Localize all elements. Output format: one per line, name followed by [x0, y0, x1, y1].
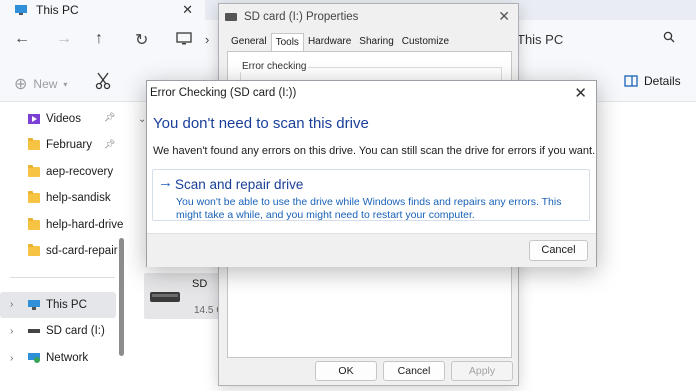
- details-button[interactable]: Details: [624, 74, 681, 88]
- close-icon[interactable]: ✕: [574, 84, 587, 102]
- details-pane-icon: [624, 75, 638, 87]
- videos-folder-icon: [28, 114, 40, 124]
- option-description: You won't be able to use the drive while…: [176, 196, 562, 221]
- dialog-message: We haven't found any errors on this driv…: [153, 145, 596, 157]
- dialog-footer: Cancel: [147, 233, 596, 267]
- sidebar-item-label: help-sandisk: [46, 192, 111, 204]
- sidebar-item-label: sd-card-repair: [46, 245, 118, 257]
- details-label: Details: [644, 74, 681, 88]
- refresh-icon[interactable]: ↻: [135, 30, 148, 50]
- sidebar-item-label: SD card (I:): [46, 325, 105, 337]
- chevron-right-icon[interactable]: ›: [10, 326, 13, 337]
- tab-label: This PC: [36, 3, 79, 17]
- option-title: Scan and repair drive: [175, 177, 304, 192]
- properties-tabs: General Tools Hardware Sharing Customize: [227, 33, 453, 51]
- apply-button[interactable]: Apply: [451, 361, 513, 381]
- sidebar-item-label: Videos: [46, 113, 81, 125]
- chevron-right-icon[interactable]: ›: [205, 32, 209, 47]
- cut-icon[interactable]: [95, 72, 111, 90]
- close-icon[interactable]: ✕: [498, 8, 510, 25]
- folder-icon: [28, 191, 40, 203]
- chevron-down-icon: ▾: [63, 79, 68, 89]
- cancel-button[interactable]: Cancel: [529, 240, 588, 261]
- tab-this-pc[interactable]: This PC ✕: [0, 0, 205, 20]
- plus-icon: ⊕: [14, 76, 28, 93]
- section-label: Error checking: [240, 61, 309, 72]
- sd-card-icon: [225, 13, 237, 21]
- tab-customize[interactable]: Customize: [398, 33, 453, 51]
- address-bar-text[interactable]: This PC: [517, 32, 563, 47]
- search-icon[interactable]: [663, 31, 675, 43]
- computer-icon: [28, 300, 40, 310]
- properties-title-bar: SD card (I:) Properties: [219, 4, 518, 30]
- ok-button[interactable]: OK: [315, 361, 377, 381]
- error-dialog-title: Error Checking (SD card (I:)): [150, 87, 297, 99]
- up-arrow-icon[interactable]: ↑: [95, 30, 103, 48]
- sidebar-item-label: aep-recovery: [46, 166, 114, 178]
- sd-card-icon: [28, 329, 40, 333]
- back-arrow-icon[interactable]: ←: [14, 30, 30, 48]
- new-button[interactable]: ⊕ New ▾: [14, 74, 67, 94]
- sidebar-scrollbar[interactable]: [119, 238, 124, 356]
- drive-icon: [150, 292, 180, 302]
- chevron-right-icon[interactable]: ›: [10, 299, 13, 310]
- sidebar-item-label: Network: [46, 352, 89, 364]
- pin-icon: 📌︎: [104, 139, 116, 149]
- divider: [10, 277, 115, 278]
- error-checking-dialog: Error Checking (SD card (I:)) ✕ You don'…: [146, 80, 597, 267]
- folder-icon: [28, 218, 40, 230]
- tab-hardware[interactable]: Hardware: [304, 33, 355, 51]
- monitor-icon[interactable]: [176, 32, 192, 46]
- tab-tools[interactable]: Tools: [270, 33, 304, 51]
- computer-icon: [15, 5, 27, 15]
- folder-icon: [28, 244, 40, 256]
- folder-icon: [28, 138, 40, 150]
- cancel-button[interactable]: Cancel: [383, 361, 445, 381]
- close-tab-icon[interactable]: ✕: [182, 2, 193, 18]
- tab-sharing[interactable]: Sharing: [355, 33, 397, 51]
- network-icon: [28, 353, 40, 363]
- sidebar-item-label: This PC: [46, 299, 87, 311]
- arrow-right-icon: →: [158, 174, 173, 191]
- properties-title: SD card (I:) Properties: [244, 11, 359, 23]
- dialog-heading: You don't need to scan this drive: [153, 115, 369, 132]
- sidebar-item-label: help-hard-drive: [46, 219, 124, 231]
- navigation-pane: Videos 📌︎ February 📌︎ aep-recovery help-…: [0, 102, 128, 391]
- new-label: New: [33, 77, 58, 91]
- chevron-right-icon[interactable]: ›: [10, 353, 13, 364]
- forward-arrow-icon[interactable]: →: [56, 30, 72, 48]
- sidebar-item-label: February: [46, 139, 93, 151]
- pin-icon: 📌︎: [104, 112, 116, 122]
- properties-button-row: OK Cancel Apply: [219, 361, 518, 385]
- scan-and-repair-option[interactable]: → Scan and repair drive You won't be abl…: [152, 169, 590, 221]
- drive-name: SD: [192, 278, 208, 290]
- folder-icon: [28, 165, 40, 177]
- tab-general[interactable]: General: [227, 33, 271, 51]
